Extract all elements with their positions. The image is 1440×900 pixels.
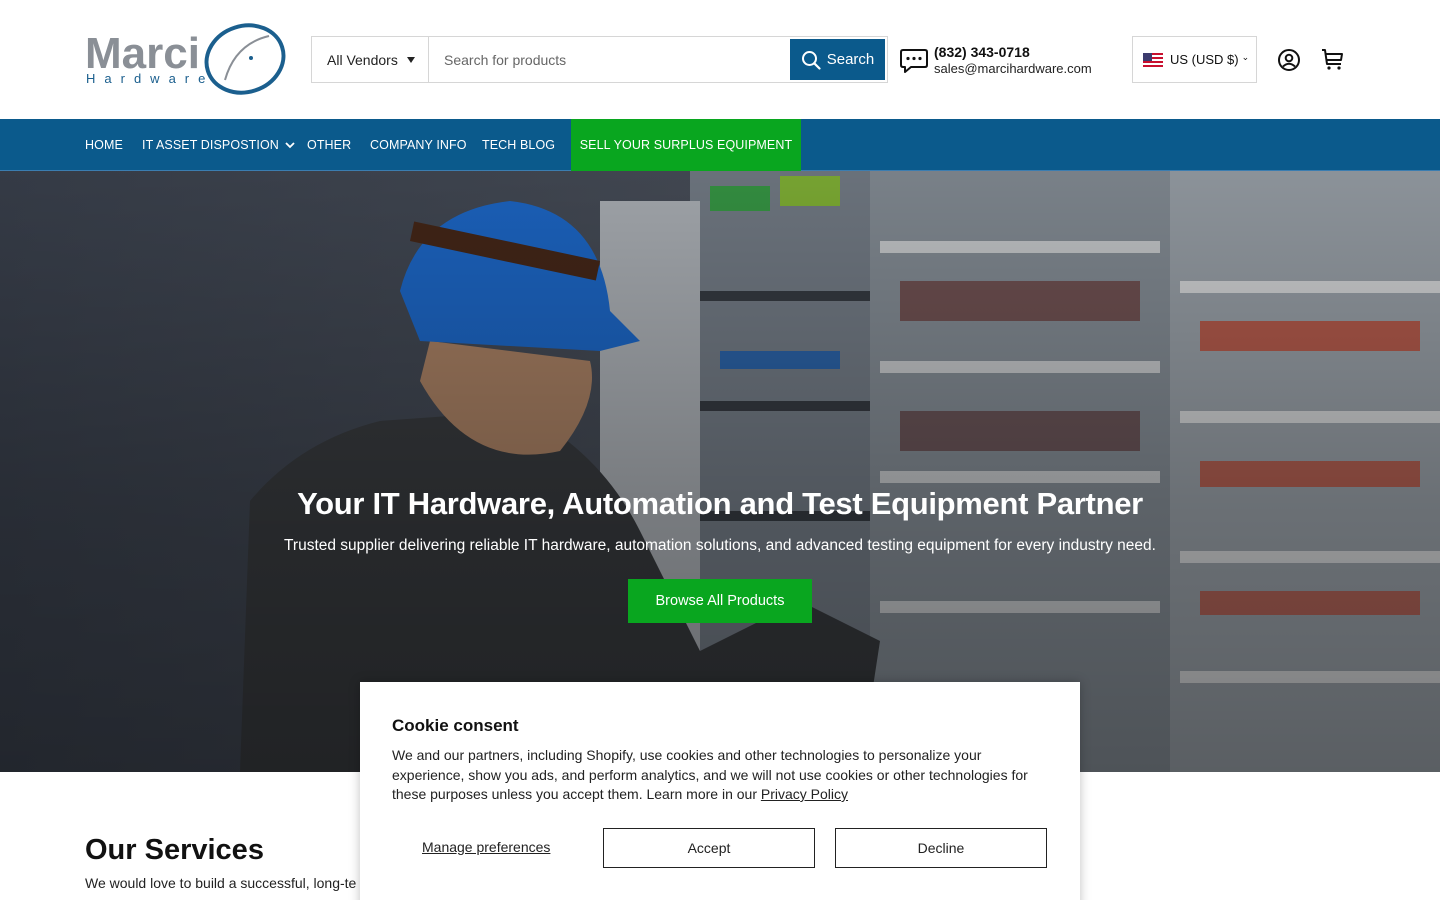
nav-item-label: HOME [85,138,123,152]
privacy-policy-link[interactable]: Privacy Policy [761,786,848,802]
nav-item-it-asset-disposition[interactable]: IT ASSET DISPOSTION [142,119,295,171]
cookie-consent-body: We and our partners, including Shopify, … [392,747,1028,802]
search-button-label: Search [826,51,875,68]
cart-icon[interactable] [1321,47,1345,71]
nav-item-label: SELL YOUR SURPLUS EQUIPMENT [579,138,793,152]
email-address[interactable]: sales@marcihardware.com [934,61,1092,77]
browse-all-products-button[interactable]: Browse All Products [628,579,812,623]
cookie-consent-text: We and our partners, including Shopify, … [392,746,1052,805]
services-title: Our Services [85,834,264,866]
nav-item-label: COMPANY INFO [370,138,467,152]
vendor-select[interactable]: All Vendors [312,37,429,82]
nav-item-other[interactable]: OTHER [307,119,351,171]
currency-selector[interactable]: US (USD $) ⌄ [1132,36,1257,83]
main-nav: HOME IT ASSET DISPOSTION OTHER COMPANY I… [0,119,1440,171]
site-logo[interactable]: Marci Hardware [85,22,287,96]
chevron-down-icon [285,141,295,148]
chat-icon [900,49,928,73]
nav-item-label: TECH BLOG [482,138,556,152]
nav-item-home[interactable]: HOME [85,119,123,171]
search-button[interactable]: Search [790,39,885,80]
contact-info: (832) 343-0718 sales@marcihardware.com [900,44,1092,77]
logo-subtext: Hardware [86,71,214,86]
cookie-consent-dialog: Cookie consent We and our partners, incl… [360,682,1080,900]
currency-label: US (USD $) [1170,52,1239,67]
site-header: Marci Hardware All Vendors Search for pr… [0,0,1440,119]
us-flag-icon [1143,52,1163,67]
search-icon [801,50,821,70]
phone-number[interactable]: (832) 343-0718 [934,44,1092,61]
chevron-down-icon: ⌄ [1241,52,1250,62]
nav-item-company-info[interactable]: COMPANY INFO [370,119,467,171]
vendor-select-value: All Vendors [327,51,398,68]
nav-item-label: IT ASSET DISPOSTION [142,138,279,152]
caret-down-icon [406,56,415,63]
hero-subtitle: Trusted supplier delivering reliable IT … [284,537,1156,554]
services-text: We would love to build a successful, lon… [85,875,357,891]
account-icon[interactable] [1277,48,1301,72]
nav-item-tech-blog[interactable]: TECH BLOG [482,119,555,171]
accept-button[interactable]: Accept [603,828,815,868]
manage-preferences-link[interactable]: Manage preferences [422,839,550,855]
hero-title: Your IT Hardware, Automation and Test Eq… [297,486,1143,521]
cookie-consent-title: Cookie consent [392,716,519,735]
decline-button[interactable]: Decline [835,828,1047,868]
nav-item-sell-surplus[interactable]: SELL YOUR SURPLUS EQUIPMENT [571,119,801,171]
search-bar: All Vendors Search [311,36,888,83]
nav-item-label: OTHER [307,138,352,152]
